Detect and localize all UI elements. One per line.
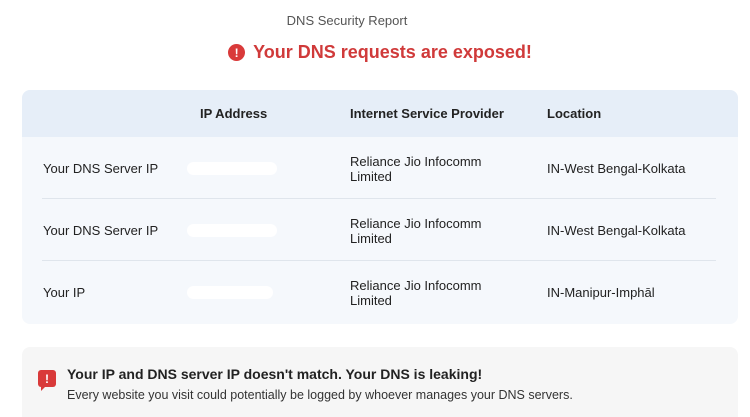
table-row: Your DNS Server IP Reliance Jio Infocomm… <box>22 199 738 261</box>
leak-notice-title: Your IP and DNS server IP doesn't match.… <box>67 366 483 382</box>
row-label: Your DNS Server IP <box>43 223 159 238</box>
ip-address-redacted <box>187 224 277 237</box>
row-location: IN-West Bengal-Kolkata <box>547 161 686 176</box>
table-row: Your IP Reliance Jio Infocomm Limited IN… <box>22 261 738 323</box>
ip-address-redacted <box>187 162 277 175</box>
column-header-location: Location <box>547 106 602 121</box>
row-isp: Reliance Jio Infocomm Limited <box>350 154 482 184</box>
report-title: DNS Security Report <box>286 13 408 28</box>
exposure-alert-text: Your DNS requests are exposed! <box>253 42 532 62</box>
ip-address-redacted <box>187 286 273 299</box>
column-header-ip-address: IP Address <box>200 106 268 121</box>
table-header: IP Address Internet Service Provider Loc… <box>22 90 738 137</box>
row-location: IN-West Bengal-Kolkata <box>547 223 686 238</box>
row-location: IN-Manipur-Imphāl <box>547 285 655 300</box>
leak-notice-description: Every website you visit could potentiall… <box>67 388 573 402</box>
dns-leak-notice: ! Your IP and DNS server IP doesn't matc… <box>22 347 738 417</box>
row-isp: Reliance Jio Infocomm Limited <box>350 216 482 246</box>
exposure-alert: ! Your DNS requests are exposed! <box>0 42 750 63</box>
row-label: Your IP <box>43 285 86 300</box>
exclamation-speech-icon: ! <box>38 370 56 391</box>
row-label: Your DNS Server IP <box>43 161 159 176</box>
table-row: Your DNS Server IP Reliance Jio Infocomm… <box>22 137 738 199</box>
dns-results-table: IP Address Internet Service Provider Loc… <box>22 90 738 324</box>
row-isp: Reliance Jio Infocomm Limited <box>350 278 482 308</box>
column-header-isp: Internet Service Provider <box>350 106 504 121</box>
exclamation-circle-icon: ! <box>228 44 246 61</box>
